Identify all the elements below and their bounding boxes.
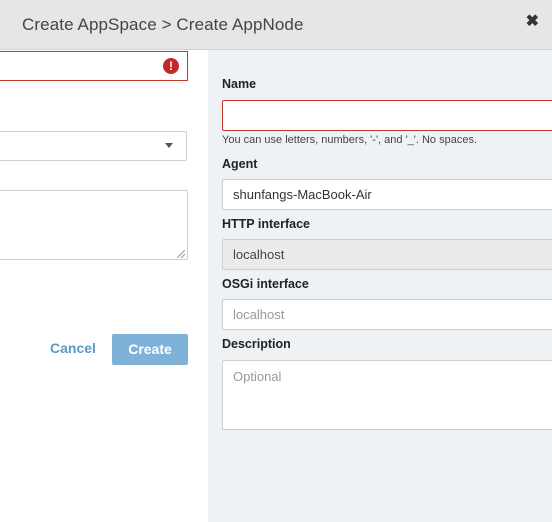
name-help-text: You can use letters, numbers, '-', and '… — [222, 134, 478, 146]
appspace-name-input[interactable] — [0, 51, 188, 81]
name-input[interactable] — [222, 100, 552, 131]
osgi-placeholder: localhost — [233, 307, 285, 322]
chevron-down-icon — [165, 143, 173, 148]
appspace-description-textarea[interactable] — [0, 190, 188, 260]
osgi-interface-input[interactable]: localhost — [222, 299, 552, 330]
error-icon: ! — [163, 58, 179, 74]
agent-field[interactable]: shunfangs-MacBook-Air — [222, 179, 552, 210]
resize-grip-icon[interactable] — [177, 250, 185, 258]
cancel-button[interactable]: Cancel — [50, 340, 96, 356]
appspace-select[interactable] — [0, 131, 187, 161]
http-interface-field: localhost — [222, 239, 552, 270]
close-icon[interactable]: ✖ — [526, 13, 539, 31]
description-label: Description — [222, 337, 291, 351]
description-placeholder: Optional — [233, 369, 282, 384]
description-textarea[interactable]: Optional — [222, 360, 552, 430]
http-interface-label: HTTP interface — [222, 217, 310, 231]
agent-label: Agent — [222, 157, 258, 171]
osgi-interface-label: OSGi interface — [222, 277, 309, 291]
name-label: Name — [222, 77, 257, 91]
create-button[interactable]: Create — [112, 334, 188, 365]
dialog-header: Create AppSpace > Create AppNode ✖ — [0, 0, 552, 50]
left-form-panel — [0, 50, 208, 522]
dialog-title: Create AppSpace > Create AppNode — [22, 15, 304, 34]
